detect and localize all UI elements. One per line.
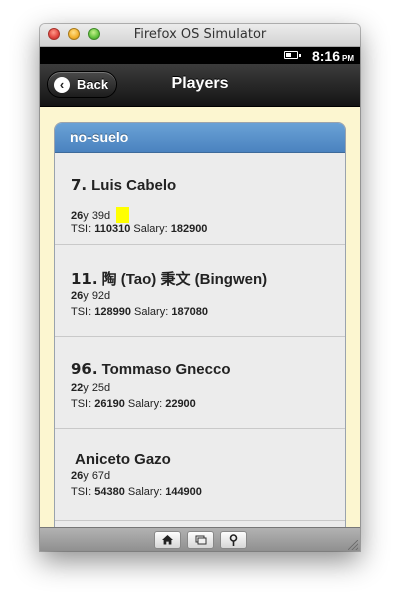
player-age: 26y 92d — [71, 290, 111, 302]
home-icon — [162, 535, 173, 545]
players-content: no-suelo 7. Luis Cabelo 26y 39d TSI: 1103… — [40, 107, 360, 542]
status-clock: 8:16 PM — [312, 48, 354, 64]
player-name: 陶 (Tao) 秉文 (Bingwen) — [101, 271, 268, 288]
location-pin-icon — [229, 534, 238, 546]
player-item[interactable]: 11. 陶 (Tao) 秉文 (Bingwen) 26y 92d TSI: 128… — [55, 245, 345, 337]
player-tsi-salary: TSI: 128990 Salary: 187080 — [71, 306, 209, 318]
header-bar: ‹ Back Players — [40, 64, 360, 107]
player-number: 11. — [71, 270, 98, 288]
player-name-line: 7. Luis Cabelo — [71, 176, 176, 194]
windows-icon — [195, 535, 207, 545]
player-name: Tommaso Gnecco — [101, 361, 231, 378]
battery-icon — [284, 51, 301, 59]
player-tsi-salary: TSI: 54380 Salary: 144900 — [71, 486, 202, 498]
window-title: Firefox OS Simulator — [133, 27, 267, 42]
clock-time: 8:16 — [311, 48, 340, 64]
team-panel: no-suelo 7. Luis Cabelo 26y 39d TSI: 1103… — [54, 122, 346, 542]
player-name-line: Aniceto Gazo — [71, 450, 171, 468]
player-tsi-salary: TSI: 26190 Salary: 22900 — [71, 398, 196, 410]
page-title: Players — [171, 75, 229, 92]
player-age: 26y 39d — [71, 207, 130, 223]
status-bar: 8:16 PM — [40, 47, 360, 64]
simulator-toolbar — [40, 527, 360, 551]
player-number: 96. — [71, 360, 98, 378]
player-name: Luis Cabelo — [91, 177, 177, 194]
player-name: Aniceto Gazo — [75, 451, 171, 468]
player-age: 22y 25d — [71, 382, 111, 394]
player-name-line: 11. 陶 (Tao) 秉文 (Bingwen) — [71, 268, 267, 289]
player-name-line: 96. Tommaso Gnecco — [71, 360, 231, 378]
team-header: no-suelo — [55, 123, 345, 153]
location-button[interactable] — [220, 531, 247, 549]
clock-ampm: PM — [342, 54, 354, 63]
player-item[interactable]: 96. Tommaso Gnecco 22y 25d TSI: 26190 Sal… — [55, 337, 345, 429]
player-age: 26y 67d — [71, 470, 111, 482]
simulator-window: Firefox OS Simulator 8:16 PM ‹ Back Playe… — [40, 24, 360, 551]
windows-button[interactable] — [187, 531, 214, 549]
yellow-marker — [116, 207, 130, 223]
resize-grip[interactable] — [348, 540, 358, 550]
player-tsi-salary: TSI: 110310 Salary: 182900 — [71, 223, 208, 235]
player-item[interactable]: 7. Luis Cabelo 26y 39d TSI: 110310 Salary… — [55, 153, 345, 245]
player-item[interactable]: Aniceto Gazo 26y 67d TSI: 54380 Salary: … — [55, 429, 345, 521]
player-number: 7. — [71, 176, 88, 194]
home-button[interactable] — [154, 531, 181, 549]
window-titlebar: Firefox OS Simulator — [40, 24, 360, 47]
